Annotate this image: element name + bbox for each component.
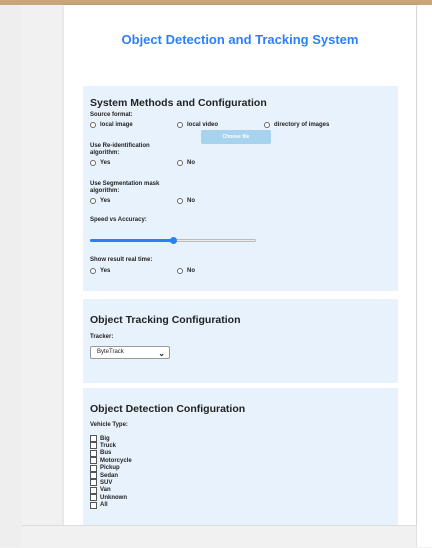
vehicle-option-label: Unknown [100,494,127,501]
checkbox-icon[interactable] [90,435,97,442]
checkbox-icon[interactable] [90,494,97,502]
realtime-label: Show result real time: [90,257,153,263]
vehicle-type-label: Vehicle Type: [90,422,128,428]
radio-icon[interactable] [177,268,183,274]
reid-no[interactable]: No [177,160,195,166]
radio-icon[interactable] [177,122,183,128]
vehicle-option-label: Truck [100,442,117,449]
source-option-local-image[interactable]: local image [90,122,133,128]
checkbox-icon[interactable] [90,457,97,465]
checkbox-icon[interactable] [90,501,97,509]
vehicle-option-label: All [100,502,108,509]
source-format-label: Source format: [90,112,133,118]
realtime-no[interactable]: No [177,268,195,274]
page-footer-area [22,525,416,548]
radio-icon[interactable] [90,122,96,128]
tracker-select[interactable]: ByteTrack ⌄ [90,346,170,359]
segmentation-label: Use Segmentation mask algorithm: [90,181,160,194]
radio-icon[interactable] [90,198,96,204]
vehicle-option-motorcycle[interactable]: Motorcycle [90,457,132,465]
vehicle-option-big[interactable]: Big [90,435,110,442]
radio-icon[interactable] [177,198,183,204]
detection-config-heading: Object Detection Configuration [90,403,246,415]
vehicle-option-label: Van [100,487,111,494]
slider-thumb[interactable] [170,237,177,244]
detection-config-card: Object Detection Configuration Vehicle T… [83,388,398,525]
segmentation-no[interactable]: No [177,198,195,204]
slider-fill [90,239,173,242]
speed-accuracy-label: Speed vs Accuracy: [90,217,147,223]
vehicle-option-label: SUV [100,479,113,486]
radio-icon[interactable] [90,268,96,274]
checkbox-icon[interactable] [90,479,97,487]
vehicle-option-label: Motorcycle [100,457,132,464]
checkbox-icon[interactable] [90,449,97,457]
vehicle-option-all[interactable]: All [90,501,108,509]
checkbox-icon[interactable] [90,472,97,479]
reid-yes[interactable]: Yes [90,160,110,166]
system-config-heading: System Methods and Configuration [90,97,267,109]
tracker-selected-value: ByteTrack [97,349,124,355]
vehicle-option-pickup[interactable]: Pickup [90,464,120,472]
source-option-directory[interactable]: directory of images [264,122,329,128]
vehicle-option-van[interactable]: Van [90,486,111,494]
vehicle-option-suv[interactable]: SUV [90,479,113,487]
system-config-card: System Methods and Configuration Source … [83,86,398,291]
radio-icon[interactable] [264,122,270,128]
chevron-down-icon: ⌄ [158,349,165,358]
page-title: Object Detection and Tracking System [121,32,359,47]
tracker-label: Tracker: [90,334,114,340]
source-option-local-video[interactable]: local video [177,122,218,128]
tracking-config-card: Object Tracking Configuration Tracker: B… [83,299,398,383]
vehicle-option-label: Big [100,435,110,442]
checkbox-icon[interactable] [90,486,97,494]
radio-icon[interactable] [177,160,183,166]
checkbox-icon[interactable] [90,464,97,472]
vehicle-option-unknown[interactable]: Unknown [90,494,127,502]
right-scroll-area [416,5,432,547]
segmentation-yes[interactable]: Yes [90,198,110,204]
vehicle-option-bus[interactable]: Bus [90,449,112,457]
checkbox-icon[interactable] [90,442,97,450]
vehicle-option-label: Sedan [100,472,119,479]
speed-accuracy-slider[interactable] [90,237,256,244]
radio-icon[interactable] [90,160,96,166]
left-gutter [0,5,22,547]
vehicle-option-truck[interactable]: Truck [90,442,117,450]
main-page: Object Detection and Tracking System Sys… [64,5,416,525]
vehicle-option-label: Bus [100,450,112,457]
vehicle-option-label: Pickup [100,465,120,472]
choose-file-button[interactable]: Choose file [201,130,271,144]
tracking-config-heading: Object Tracking Configuration [90,314,241,326]
vehicle-option-sedan[interactable]: Sedan [90,472,118,479]
realtime-yes[interactable]: Yes [90,268,110,274]
reid-label: Use Re-identification algorithm: [90,143,150,156]
